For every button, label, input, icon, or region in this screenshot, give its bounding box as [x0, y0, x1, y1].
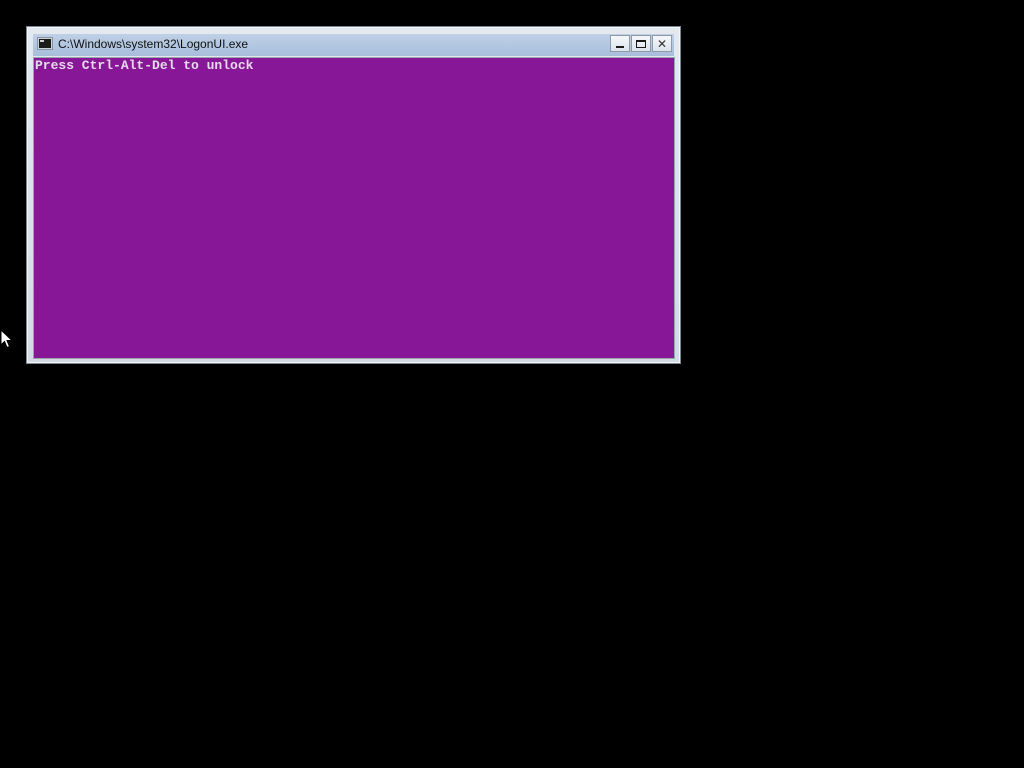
minimize-button[interactable] — [610, 35, 630, 52]
close-icon: ✕ — [656, 36, 668, 51]
console-output[interactable]: Press Ctrl-Alt-Del to unlock — [34, 58, 674, 358]
desktop: C:\Windows\system32\LogonUI.exe ✕ Press … — [0, 0, 1024, 768]
console-line-unlock-prompt: Press Ctrl-Alt-Del to unlock — [35, 58, 254, 73]
close-button[interactable]: ✕ — [652, 35, 672, 52]
console-app-icon[interactable] — [37, 37, 53, 50]
maximize-button[interactable] — [631, 35, 651, 52]
window-title: C:\Windows\system32\LogonUI.exe — [58, 37, 249, 51]
mouse-pointer-icon — [0, 329, 14, 349]
minimize-icon — [616, 45, 624, 48]
caption-buttons: ✕ — [610, 35, 672, 53]
maximize-icon — [636, 39, 646, 48]
console-window: C:\Windows\system32\LogonUI.exe ✕ Press … — [26, 26, 681, 364]
title-bar[interactable]: C:\Windows\system32\LogonUI.exe ✕ — [33, 34, 674, 56]
